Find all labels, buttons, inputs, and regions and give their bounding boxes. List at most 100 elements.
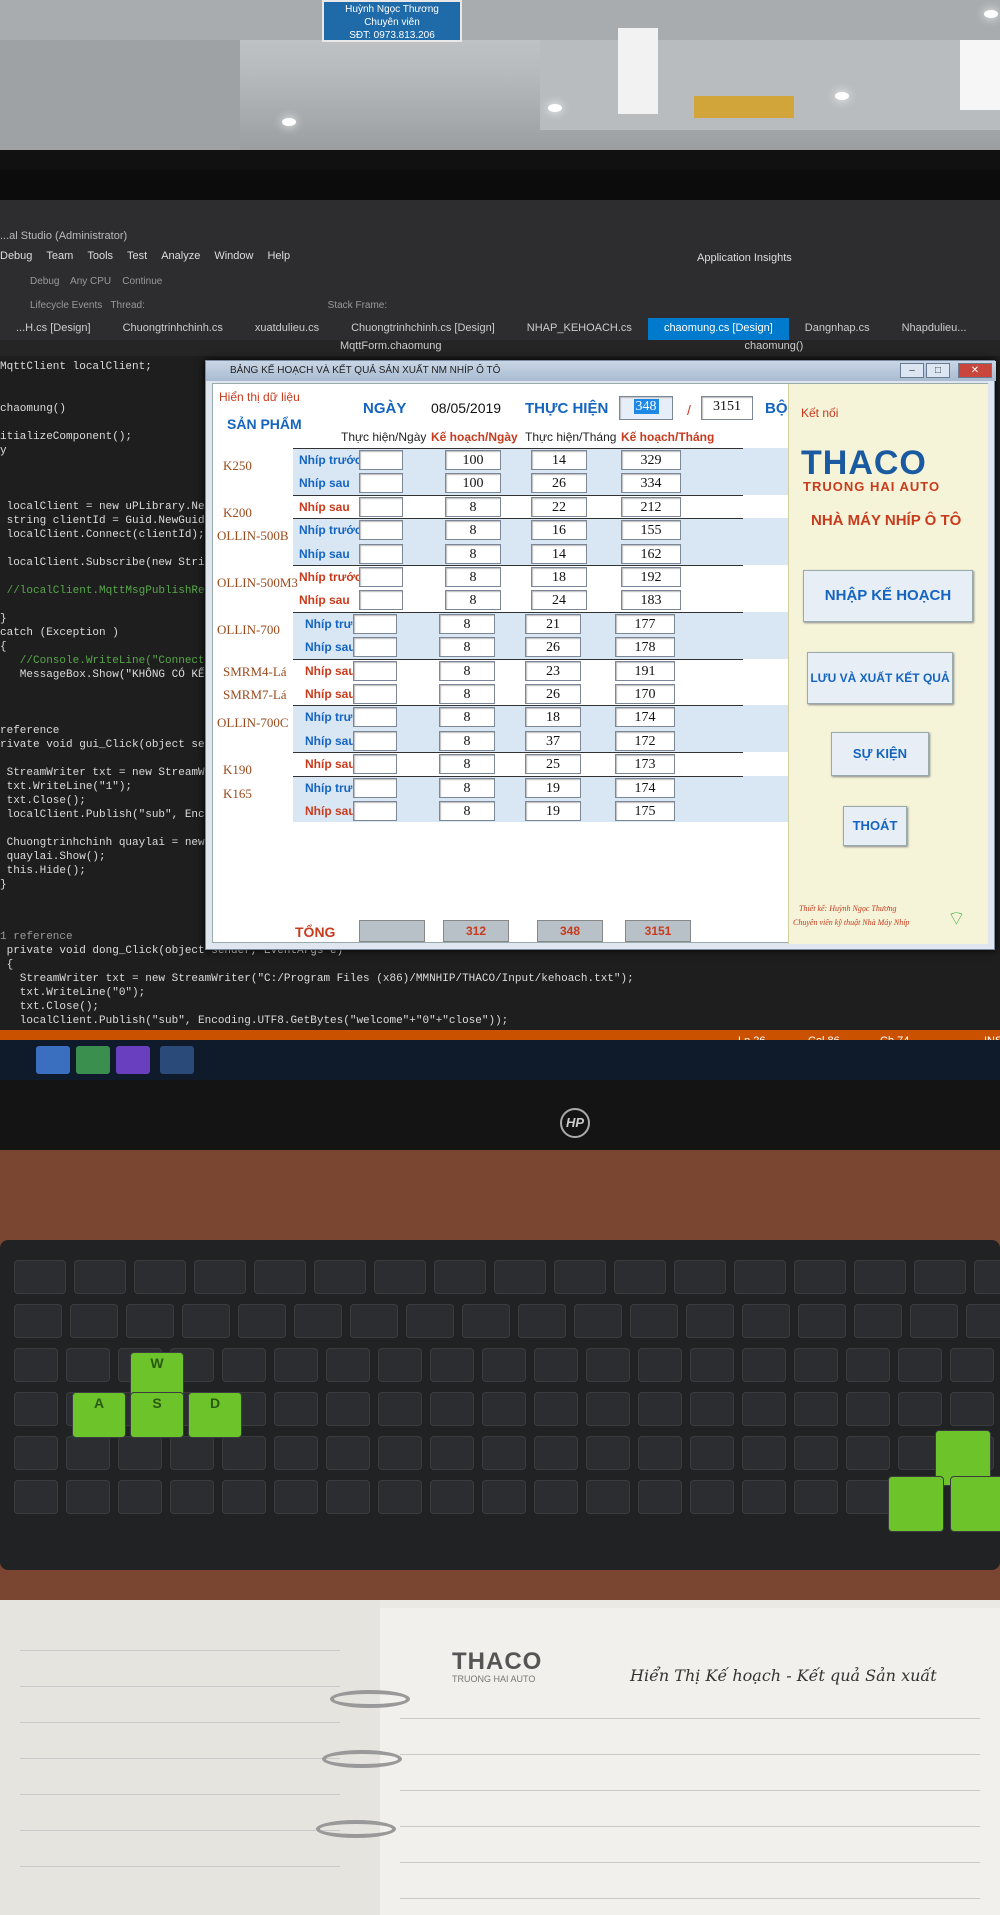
cell-plan-day[interactable]: 8 (445, 590, 501, 611)
cell-plan-day[interactable]: 8 (445, 520, 501, 541)
tab-chuongtrinhchinh-design[interactable]: Chuongtrinhchinh.cs [Design] (335, 318, 511, 340)
cell-plan-month[interactable]: 329 (621, 450, 681, 470)
app-taskbar-icon[interactable] (76, 1046, 110, 1074)
cell-actual-day[interactable] (353, 777, 397, 798)
cell-actual-day[interactable] (353, 660, 397, 681)
enter-plan-button[interactable]: NHẬP KẾ HOẠCH (803, 570, 973, 622)
cell-plan-month[interactable]: 192 (621, 567, 681, 587)
cell-plan-day[interactable]: 8 (445, 496, 501, 517)
platform-select[interactable]: Any CPU (70, 276, 111, 287)
maximize-button[interactable]: □ (926, 363, 950, 378)
cell-actual-month[interactable]: 26 (531, 473, 587, 494)
keyboard-key (798, 1304, 846, 1338)
continue-button[interactable]: Continue (122, 276, 162, 287)
cell-actual-month[interactable]: 19 (525, 777, 581, 798)
close-button[interactable]: ✕ (958, 363, 992, 378)
menu-window[interactable]: Window (214, 250, 253, 262)
cell-actual-month[interactable]: 24 (531, 590, 587, 611)
cell-plan-day[interactable]: 8 (439, 707, 495, 728)
cell-actual-month[interactable]: 25 (525, 754, 581, 775)
exit-button[interactable]: THOÁT (843, 806, 907, 846)
cell-actual-day[interactable] (359, 450, 403, 470)
tab-nhap-kehoach[interactable]: NHAP_KEHOACH.cs (511, 318, 648, 340)
cell-plan-day[interactable]: 8 (439, 801, 495, 821)
cell-actual-day[interactable] (353, 707, 397, 728)
tab-nhapdulieu[interactable]: Nhapdulieu... (886, 318, 983, 340)
cell-plan-day[interactable]: 8 (439, 637, 495, 658)
cell-plan-day[interactable]: 8 (445, 567, 501, 587)
cell-actual-month[interactable]: 26 (525, 684, 581, 704)
menu-help[interactable]: Help (267, 250, 290, 262)
cell-plan-month[interactable]: 177 (615, 613, 675, 634)
cell-plan-day[interactable]: 8 (439, 684, 495, 704)
cell-actual-day[interactable] (359, 520, 403, 541)
cell-actual-month[interactable]: 16 (531, 520, 587, 541)
nav-member[interactable]: chaomung() (745, 340, 804, 352)
cell-plan-month[interactable]: 183 (621, 590, 681, 611)
cell-actual-month[interactable]: 18 (525, 707, 581, 728)
cell-actual-day[interactable] (353, 754, 397, 775)
cell-actual-month[interactable]: 14 (531, 450, 587, 470)
cell-actual-day[interactable] (359, 543, 403, 564)
cell-plan-day[interactable]: 100 (445, 473, 501, 494)
menu-analyze[interactable]: Analyze (161, 250, 200, 262)
tab-dangnhap[interactable]: Dangnhap.cs (789, 318, 886, 340)
cell-plan-month[interactable]: 162 (621, 543, 681, 564)
code-editor-left[interactable]: MqttClient localClient; chaomung() itializ… (0, 360, 264, 1010)
application-insights-button[interactable]: Application Insights (697, 252, 792, 264)
cell-plan-month[interactable]: 155 (621, 520, 681, 541)
cell-plan-month[interactable]: 174 (615, 777, 675, 798)
cell-plan-month[interactable]: 172 (615, 730, 675, 751)
cell-actual-month[interactable]: 22 (531, 496, 587, 517)
cell-plan-month[interactable]: 334 (621, 473, 681, 494)
keyboard-key (742, 1480, 786, 1514)
cell-actual-day[interactable] (353, 613, 397, 634)
cell-actual-day[interactable] (353, 730, 397, 751)
cell-plan-day[interactable]: 8 (439, 613, 495, 634)
cell-plan-month[interactable]: 173 (615, 754, 675, 775)
cell-actual-day[interactable] (353, 637, 397, 658)
visual-studio-taskbar-icon[interactable] (116, 1046, 150, 1074)
menu-team[interactable]: Team (46, 250, 73, 262)
cell-plan-month[interactable]: 170 (615, 684, 675, 704)
nav-class[interactable]: MqttForm.chaomung (340, 340, 441, 352)
cell-plan-day[interactable]: 8 (445, 543, 501, 564)
cell-plan-month[interactable]: 178 (615, 637, 675, 658)
cell-plan-day[interactable]: 8 (439, 660, 495, 681)
tab-xuatdulieu[interactable]: xuatdulieu.cs (239, 318, 335, 340)
cell-actual-day[interactable] (353, 801, 397, 821)
skype-taskbar-icon[interactable] (36, 1046, 70, 1074)
cell-actual-day[interactable] (353, 684, 397, 704)
menu-tools[interactable]: Tools (87, 250, 113, 262)
cell-plan-day[interactable]: 8 (439, 777, 495, 798)
cell-actual-month[interactable]: 18 (531, 567, 587, 587)
cell-plan-day[interactable]: 8 (439, 754, 495, 775)
cell-plan-month[interactable]: 212 (621, 496, 681, 517)
cell-actual-month[interactable]: 21 (525, 613, 581, 634)
tab-design-h[interactable]: ...H.cs [Design] (0, 318, 107, 340)
config-select[interactable]: Debug (30, 276, 59, 287)
menu-test[interactable]: Test (127, 250, 147, 262)
cell-actual-month[interactable]: 37 (525, 730, 581, 751)
form-taskbar-icon[interactable] (160, 1046, 194, 1074)
tab-chaomung-design[interactable]: chaomung.cs [Design] (647, 318, 789, 340)
cell-actual-day[interactable] (359, 567, 403, 587)
cell-actual-month[interactable]: 14 (531, 543, 587, 564)
event-button[interactable]: SỰ KIỆN (831, 732, 929, 776)
menu-debug[interactable]: Debug (0, 250, 32, 262)
cell-plan-month[interactable]: 191 (615, 660, 675, 681)
cell-plan-day[interactable]: 8 (439, 730, 495, 751)
lifecycle-events[interactable]: Lifecycle Events (30, 300, 102, 311)
tab-chuongtrinhchinh[interactable]: Chuongtrinhchinh.cs (107, 318, 239, 340)
cell-actual-day[interactable] (359, 590, 403, 611)
cell-actual-month[interactable]: 23 (525, 660, 581, 681)
cell-actual-month[interactable]: 19 (525, 801, 581, 821)
save-export-button[interactable]: LƯU VÀ XUẤT KẾT QUẢ (807, 652, 953, 704)
cell-actual-day[interactable] (359, 496, 403, 517)
minimize-button[interactable]: – (900, 363, 924, 378)
cell-plan-month[interactable]: 175 (615, 801, 675, 821)
cell-plan-day[interactable]: 100 (445, 450, 501, 470)
cell-actual-month[interactable]: 26 (525, 637, 581, 658)
cell-actual-day[interactable] (359, 473, 403, 494)
cell-plan-month[interactable]: 174 (615, 707, 675, 728)
